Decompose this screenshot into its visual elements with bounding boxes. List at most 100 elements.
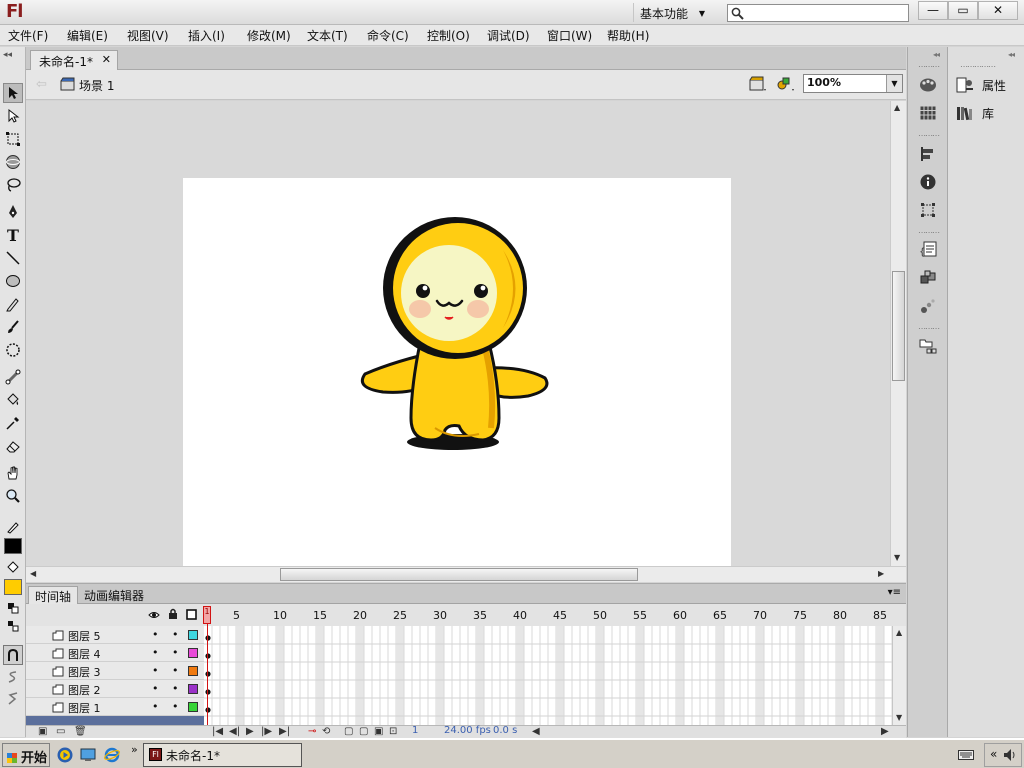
menu-file[interactable]: 文件(F) <box>8 27 48 44</box>
scroll-left-icon[interactable]: ◀ <box>30 569 36 578</box>
frame-number[interactable]: 35 <box>473 609 487 622</box>
desktop-icon[interactable] <box>80 747 96 763</box>
selection-tool[interactable] <box>3 83 23 103</box>
menu-commands[interactable]: 命令(C) <box>367 27 409 44</box>
tab-motion-editor[interactable]: 动画编辑器 <box>78 586 150 604</box>
center-frame-icon[interactable]: ⊸ <box>308 726 316 737</box>
new-layer-icon[interactable]: ▣ <box>38 726 47 737</box>
oval-tool[interactable] <box>3 271 23 291</box>
internet-explorer-icon[interactable] <box>104 747 120 763</box>
tray-expand-icon[interactable]: « <box>990 747 997 761</box>
scroll-thumb[interactable] <box>892 271 905 381</box>
more-quicklaunch-icon[interactable]: » <box>131 743 138 756</box>
layer-name[interactable]: 图层 1 <box>68 700 101 716</box>
play-icon[interactable]: ▶ <box>246 726 254 737</box>
frame-number[interactable]: 85 <box>873 609 887 622</box>
frame-number[interactable]: 30 <box>433 609 447 622</box>
menu-edit[interactable]: 编辑(E) <box>67 27 108 44</box>
subselection-tool[interactable] <box>3 106 23 126</box>
zoom-select[interactable]: 100% ▼ <box>803 74 903 93</box>
pen-tool[interactable] <box>3 202 23 222</box>
menu-control[interactable]: 控制(O) <box>427 27 470 44</box>
frame-number[interactable]: 65 <box>713 609 727 622</box>
menu-window[interactable]: 窗口(W) <box>547 27 592 44</box>
text-tool[interactable]: T <box>3 225 23 245</box>
maximize-button[interactable]: ▭ <box>948 1 978 20</box>
lock-dot[interactable]: • <box>172 628 179 641</box>
scroll-thumb[interactable] <box>280 568 638 581</box>
layer-outline-color[interactable] <box>188 666 198 676</box>
panel-collapse-icon[interactable]: ◂◂ <box>1008 50 1015 59</box>
layer-outline-color[interactable] <box>188 630 198 640</box>
eyedropper-tool[interactable] <box>3 413 23 433</box>
scroll-up-icon[interactable]: ▲ <box>894 103 900 112</box>
frame-number[interactable]: 80 <box>833 609 847 622</box>
layer-row[interactable]: 图层 5 • • <box>26 626 204 644</box>
hand-tool[interactable] <box>3 463 23 483</box>
brush-tool[interactable] <box>3 317 23 337</box>
edit-multiple-frames-icon[interactable]: ▣ <box>374 726 383 737</box>
frame-number[interactable]: 40 <box>513 609 527 622</box>
lasso-tool[interactable] <box>3 175 23 195</box>
layer-name[interactable]: 图层 4 <box>68 646 101 662</box>
last-frame-icon[interactable]: ▶| <box>279 726 290 737</box>
frame-rate-readout[interactable]: 24.00 fps <box>444 725 491 736</box>
visibility-dot[interactable]: • <box>152 682 159 695</box>
menu-text[interactable]: 文本(T) <box>307 27 348 44</box>
deco-tool[interactable] <box>3 340 23 360</box>
onion-markers-icon[interactable]: ⊡ <box>389 726 397 737</box>
free-transform-tool[interactable] <box>3 129 23 149</box>
frame-number[interactable]: 25 <box>393 609 407 622</box>
taskbar-item-flash[interactable]: Fl 未命名-1* <box>143 743 302 767</box>
panel-collapse-icon[interactable]: ◂◂ <box>3 50 12 60</box>
frame-grid[interactable] <box>204 626 892 726</box>
panel-menu-icon[interactable]: ▾≡ <box>888 587 901 598</box>
frame-number[interactable]: 60 <box>673 609 687 622</box>
lock-dot[interactable]: • <box>172 646 179 659</box>
layer-row[interactable]: 图层 1 • • <box>26 698 204 716</box>
panel-collapse-icon[interactable]: ◂◂ <box>933 50 940 59</box>
eye-icon[interactable] <box>148 610 160 620</box>
menu-help[interactable]: 帮助(H) <box>607 27 649 44</box>
layer-name[interactable]: 图层 3 <box>68 664 101 680</box>
smooth-button[interactable] <box>3 667 23 687</box>
straighten-button[interactable] <box>3 689 23 709</box>
zoom-tool[interactable] <box>3 486 23 506</box>
onion-outline-icon[interactable]: ▢ <box>359 726 368 737</box>
close-icon[interactable]: ✕ <box>102 53 111 66</box>
edit-symbol-icon[interactable] <box>776 76 796 92</box>
menu-modify[interactable]: 修改(M) <box>247 27 291 44</box>
layer-name[interactable]: 图层 2 <box>68 682 101 698</box>
frame-number[interactable]: 5 <box>233 609 240 622</box>
pasteboard[interactable] <box>26 101 890 566</box>
stroke-color-swatch[interactable] <box>4 538 22 554</box>
menu-view[interactable]: 视图(V) <box>127 27 169 44</box>
current-frame-readout[interactable]: 1 <box>412 725 418 736</box>
lock-dot[interactable]: • <box>172 700 179 713</box>
bone-tool[interactable] <box>3 367 23 387</box>
workspace-switcher[interactable]: 基本功能 ▼ <box>633 3 713 22</box>
step-back-icon[interactable]: ◀| <box>229 726 240 737</box>
frame-number[interactable]: 50 <box>593 609 607 622</box>
frame-number[interactable]: 55 <box>633 609 647 622</box>
visibility-dot[interactable]: • <box>152 664 159 677</box>
lock-icon[interactable] <box>168 608 178 620</box>
timeline-vertical-scrollbar[interactable]: ▲ ▼ <box>892 626 906 726</box>
scene-breadcrumb[interactable]: 场景 1 <box>79 77 114 94</box>
volume-icon[interactable] <box>1003 748 1017 762</box>
tab-timeline[interactable]: 时间轴 <box>28 586 79 604</box>
close-button[interactable]: ✕ <box>978 1 1018 20</box>
frame-number[interactable]: 45 <box>553 609 567 622</box>
snap-to-objects-button[interactable] <box>3 645 23 665</box>
actions-panel-button[interactable]: { <box>918 240 938 260</box>
layer-name[interactable]: 图层 5 <box>68 628 101 644</box>
step-forward-icon[interactable]: |▶ <box>261 726 272 737</box>
first-frame-icon[interactable]: |◀ <box>212 726 223 737</box>
paint-bucket-tool[interactable] <box>3 390 23 410</box>
eraser-tool[interactable] <box>3 436 23 456</box>
fill-color-swatch[interactable] <box>4 579 22 595</box>
start-button[interactable]: 开始 <box>2 743 50 767</box>
frame-number[interactable]: 20 <box>353 609 367 622</box>
stage-vertical-scrollbar[interactable]: ▲ ▼ <box>890 101 906 566</box>
black-white-button[interactable] <box>3 598 23 618</box>
